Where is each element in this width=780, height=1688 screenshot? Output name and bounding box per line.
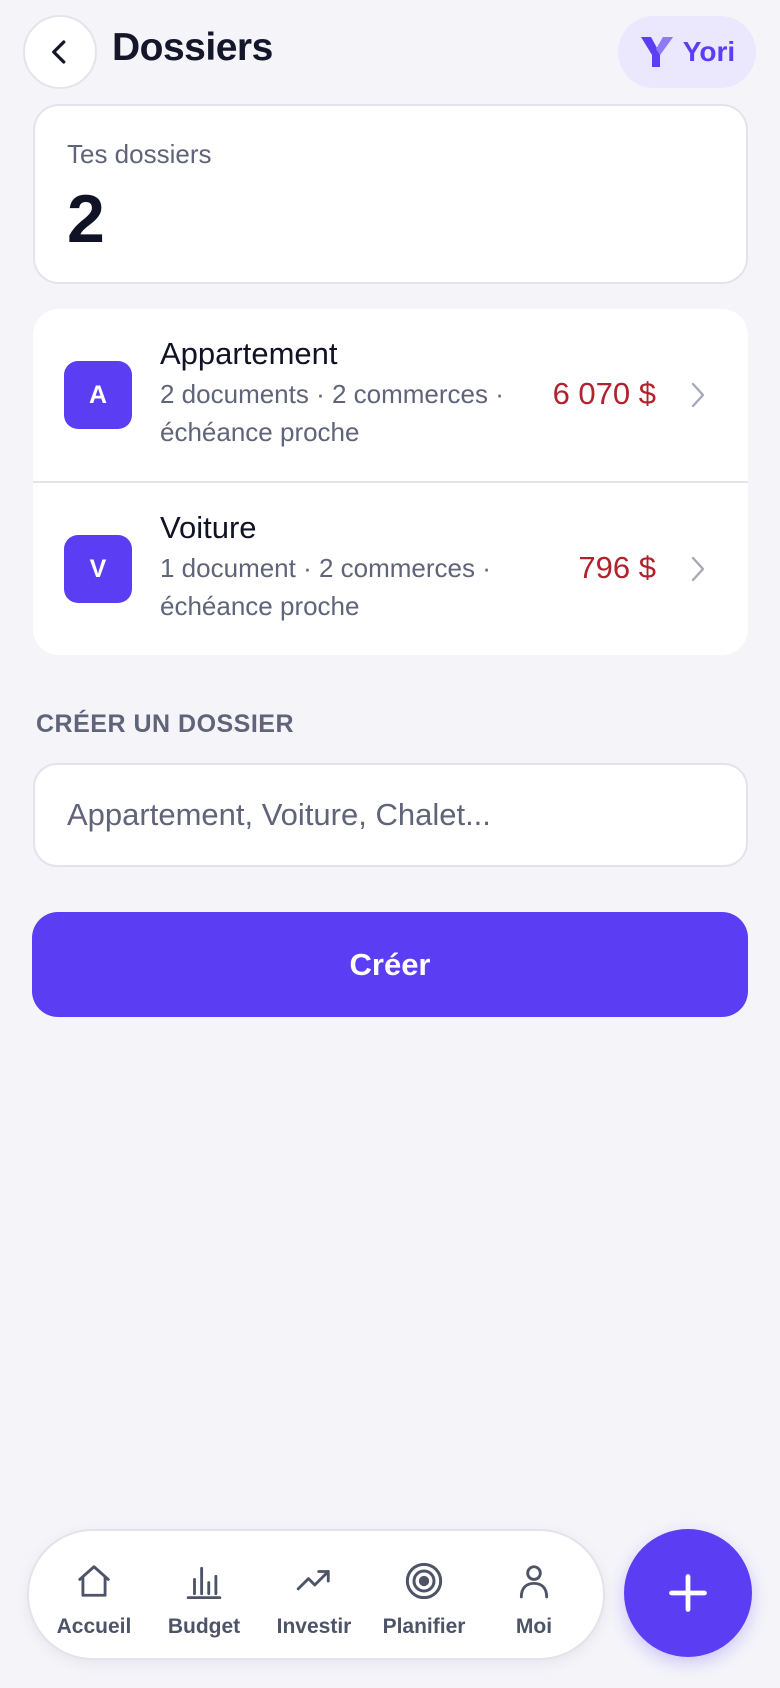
brand-badge[interactable]: Yori <box>618 16 756 88</box>
user-icon <box>519 1565 549 1599</box>
chevron-right-icon <box>691 382 705 408</box>
nav-label: Investir <box>276 1615 352 1638</box>
folder-meta: 2 documents · 2 commerces · échéance pro… <box>160 379 504 447</box>
folder-avatar: A <box>64 361 132 429</box>
folder-amount: 796 $ <box>578 550 656 585</box>
back-button[interactable] <box>23 15 97 89</box>
chevron-left-icon <box>52 40 66 64</box>
nav-label: Accueil <box>56 1615 132 1638</box>
nav-label: Moi <box>515 1615 553 1638</box>
folder-meta: 1 document · 2 commerces · échéance proc… <box>160 553 491 621</box>
folder-name: Appartement <box>160 336 338 371</box>
folder-count-label: Tes dossiers <box>67 139 212 169</box>
folder-name-input[interactable] <box>33 763 748 867</box>
page-title: Dossiers <box>112 26 273 69</box>
folder-avatar: V <box>64 535 132 603</box>
chevron-right-icon <box>691 556 705 582</box>
nav-label: Budget <box>167 1615 241 1638</box>
folder-name: Voiture <box>160 510 257 545</box>
home-icon <box>78 1565 110 1597</box>
brand-logo-icon <box>640 37 673 67</box>
top-bar: Dossiers Yori <box>0 0 780 104</box>
folder-count-card: Tes dossiers 2 <box>33 104 748 284</box>
create-button[interactable]: Créer <box>32 912 748 1017</box>
folder-amount: 6 070 $ <box>552 376 656 411</box>
create-section-label: CRÉER UN DOSSIER <box>36 710 295 738</box>
nav-item-moi[interactable]: Moi <box>479 1531 589 1662</box>
plus-icon <box>669 1574 707 1612</box>
brand-name: Yori <box>682 36 736 67</box>
nav-item-budget[interactable]: Budget <box>149 1531 259 1662</box>
nav-label: Planifier <box>382 1615 466 1638</box>
folder-row-voiture[interactable]: V Voiture 1 document · 2 commerces · éch… <box>33 481 748 654</box>
nav-item-planifier[interactable]: Planifier <box>369 1531 479 1662</box>
trending-up-icon <box>296 1570 330 1591</box>
bar-chart-icon <box>186 1566 222 1600</box>
target-icon <box>405 1562 443 1600</box>
add-button[interactable] <box>624 1529 752 1657</box>
nav-item-accueil[interactable]: Accueil <box>39 1531 149 1662</box>
folder-row-appartement[interactable]: A Appartement 2 documents · 2 commerces … <box>33 309 748 482</box>
nav-item-investir[interactable]: Investir <box>259 1531 369 1662</box>
folder-count-value: 2 <box>67 181 105 257</box>
folder-list: A Appartement 2 documents · 2 commerces … <box>33 309 748 655</box>
bottom-nav: Accueil Budget Investir Planifier Moi <box>27 1529 605 1660</box>
